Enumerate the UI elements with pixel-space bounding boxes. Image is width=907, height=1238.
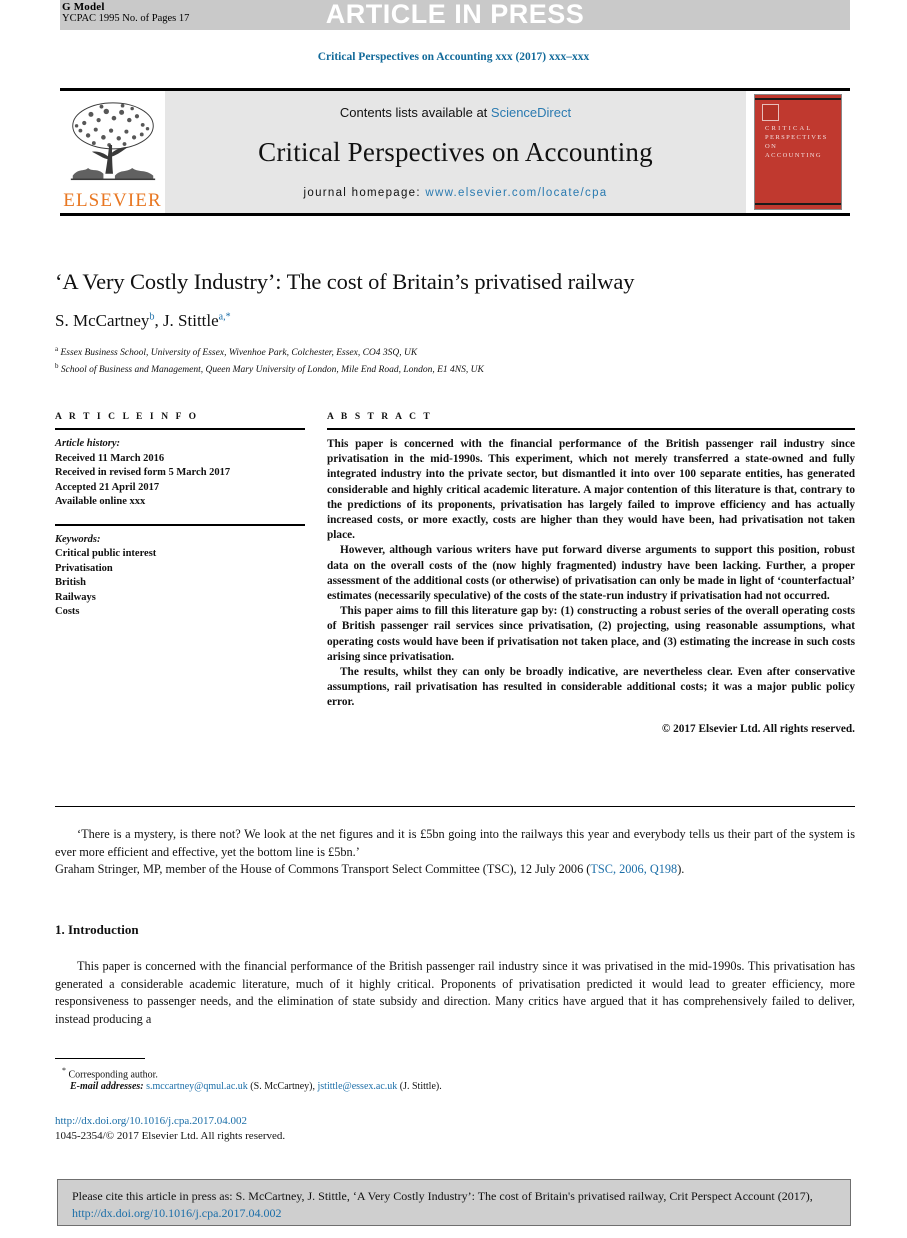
email-addresses-label: E-mail addresses: xyxy=(70,1081,144,1092)
article-history-item: Available online xxx xyxy=(55,496,146,507)
sciencedirect-link[interactable]: ScienceDirect xyxy=(491,105,571,120)
masthead-center-panel: Contents lists available at ScienceDirec… xyxy=(165,91,746,213)
cite-text-body: Please cite this article in press as: S.… xyxy=(72,1189,813,1203)
footnote-rule xyxy=(55,1058,145,1059)
author-name-2: J. Stittle xyxy=(162,311,219,330)
keyword-item: Critical public interest xyxy=(55,548,157,559)
introduction-paragraph: This paper is concerned with the financi… xyxy=(55,959,855,1026)
email-link-1[interactable]: s.mccartney@qmul.ac.uk xyxy=(146,1081,248,1092)
proof-page-count: YCPAC 1995 No. of Pages 17 xyxy=(62,13,190,24)
elsevier-logo: ELSEVIER xyxy=(60,91,165,213)
affiliation-b: b School of Business and Management, Que… xyxy=(55,360,855,377)
keywords-label: Keywords: xyxy=(55,533,101,545)
page-title: ‘A Very Costly Industry’: The cost of Br… xyxy=(55,269,635,294)
contents-lists-prefix: Contents lists available at xyxy=(339,105,491,120)
epigraph-attribution: Graham Stringer, MP, member of the House… xyxy=(55,861,855,879)
author-affil-marker-2[interactable]: a,* xyxy=(219,311,231,322)
affiliation-b-text: School of Business and Management, Queen… xyxy=(60,365,484,376)
affiliation-marker-b: b xyxy=(55,362,59,371)
cover-publisher-mark-icon xyxy=(762,104,779,121)
corresponding-author-text: Corresponding author. xyxy=(68,1069,158,1081)
author-name-1: S. McCartney xyxy=(55,311,150,330)
author-separator: , xyxy=(154,311,163,330)
epigraph-quote: ‘There is a mystery, is there not? We lo… xyxy=(55,827,855,859)
keyword-item: British xyxy=(55,577,86,588)
title-block: ‘A Very Costly Industry’: The cost of Br… xyxy=(55,268,855,377)
issn-copyright-line: 1045-2354/© 2017 Elsevier Ltd. All right… xyxy=(55,1130,286,1142)
g-model-label: G Model xyxy=(62,1,105,13)
abstract-paragraph: This paper aims to fill this literature … xyxy=(327,605,855,663)
abstract-heading: A B S T R A C T xyxy=(327,412,433,422)
author-list: S. McCartneyb, J. Stittlea,* xyxy=(55,311,855,331)
abstract-paragraph: However, although various writers have p… xyxy=(327,544,855,603)
cite-this-article-box: Please cite this article in press as: S.… xyxy=(57,1179,851,1226)
journal-title: Critical Perspectives on Accounting xyxy=(258,137,653,167)
article-history-label: Article history: xyxy=(55,438,121,449)
article-history-item: Accepted 21 April 2017 xyxy=(55,481,160,493)
article-history-item: Received 11 March 2016 xyxy=(55,452,165,464)
cite-this-article-text: Please cite this article in press as: S.… xyxy=(72,1188,836,1222)
journal-homepage-label: journal homepage: xyxy=(303,187,426,199)
cover-title-line-1: CRITICAL xyxy=(765,125,813,132)
epigraph-attribution-tail: ). xyxy=(677,862,685,876)
epigraph-block: ‘There is a mystery, is there not? We lo… xyxy=(55,826,855,879)
journal-homepage-url[interactable]: www.elsevier.com/locate/cpa xyxy=(425,187,607,199)
epigraph-attribution-text: Graham Stringer, MP, member of the House… xyxy=(55,862,591,876)
article-info-column: A R T I C L E I N F O Article history: R… xyxy=(55,412,305,735)
email-owner-1: (S. McCartney) xyxy=(250,1081,313,1092)
email-addresses-note: E-mail addresses: s.mccartney@qmul.ac.uk… xyxy=(70,1081,442,1092)
cover-title-line-3: ON ACCOUNTING xyxy=(765,143,822,159)
cover-title-text: CRITICAL PERSPECTIVES ON ACCOUNTING xyxy=(765,124,833,160)
elsevier-wordmark: ELSEVIER xyxy=(63,190,162,211)
proof-header: ARTICLE IN PRESS G Model YCPAC 1995 No. … xyxy=(0,0,907,38)
cover-top-rule xyxy=(755,98,841,100)
abstract-rule xyxy=(327,428,855,430)
affiliation-a: a Essex Business School, University of E… xyxy=(55,343,855,360)
article-info-heading: A R T I C L E I N F O xyxy=(55,412,199,422)
info-abstract-region: A R T I C L E I N F O Article history: R… xyxy=(55,412,855,735)
abstract-paragraph: This paper is concerned with the financi… xyxy=(327,438,855,542)
column-gap xyxy=(305,412,327,735)
corresponding-author-marker: * xyxy=(62,1066,66,1075)
journal-masthead: ELSEVIER Contents lists available at Sci… xyxy=(60,88,850,216)
email-link-2[interactable]: jstittle@essex.ac.uk xyxy=(318,1081,398,1092)
article-info-rule xyxy=(55,428,305,430)
keyword-item: Railways xyxy=(55,591,96,603)
journal-homepage-line: journal homepage: www.elsevier.com/locat… xyxy=(304,187,608,199)
cover-bottom-rule xyxy=(755,203,841,205)
abstract-column: A B S T R A C T This paper is concerned … xyxy=(327,412,855,735)
affiliations: a Essex Business School, University of E… xyxy=(55,343,855,377)
journal-cover-thumbnail: CRITICAL PERSPECTIVES ON ACCOUNTING xyxy=(754,94,842,210)
affiliation-a-text: Essex Business School, University of Ess… xyxy=(60,348,418,359)
epigraph-citation-link[interactable]: TSC, 2006, Q198 xyxy=(590,862,677,876)
journal-cover-wrap: CRITICAL PERSPECTIVES ON ACCOUNTING xyxy=(746,91,850,213)
keywords-rule xyxy=(55,523,305,526)
email-owner-2: (J. Stittle). xyxy=(399,1081,442,1092)
keyword-item: Privatisation xyxy=(55,562,113,574)
keyword-item: Costs xyxy=(55,606,80,617)
article-history-item: Received in revised form 5 March 2017 xyxy=(55,467,231,478)
section-divider-rule xyxy=(55,806,855,807)
introduction-heading: 1. Introduction xyxy=(55,922,139,937)
cover-title-line-2: PERSPECTIVES xyxy=(765,134,828,141)
elsevier-tree-icon xyxy=(70,102,155,181)
abstract-copyright: © 2017 Elsevier Ltd. All rights reserved… xyxy=(661,722,855,735)
contents-lists-line: Contents lists available at ScienceDirec… xyxy=(340,105,571,120)
abstract-paragraph: The results, whilst they can only be bro… xyxy=(327,666,855,709)
affiliation-marker-a: a xyxy=(55,345,59,353)
doi-link[interactable]: http://dx.doi.org/10.1016/j.cpa.2017.04.… xyxy=(55,1114,247,1129)
masthead-bottom-rule xyxy=(60,213,850,216)
running-head: Critical Perspectives on Accounting xxx … xyxy=(317,51,590,63)
cite-doi-link[interactable]: http://dx.doi.org/10.1016/j.cpa.2017.04.… xyxy=(72,1206,281,1220)
